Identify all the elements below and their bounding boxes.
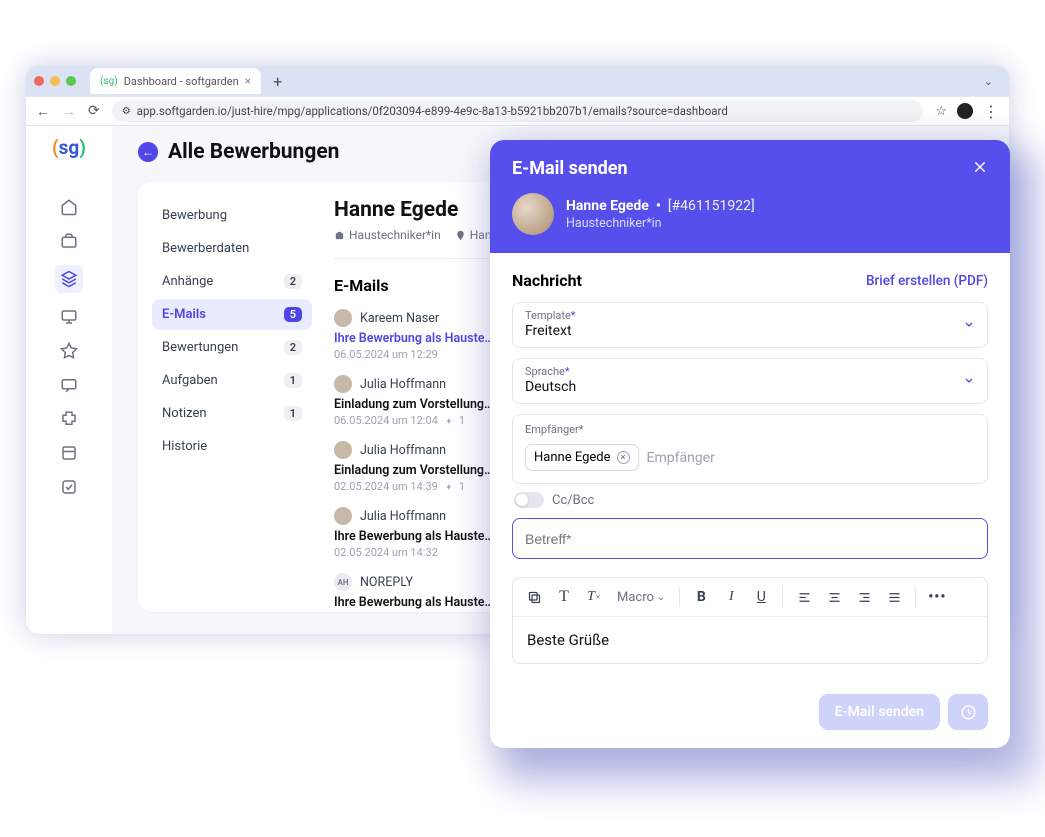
- subject-field[interactable]: [512, 518, 988, 559]
- ccbcc-toggle[interactable]: [514, 492, 544, 508]
- recipient-placeholder: Empfänger: [647, 450, 715, 466]
- sidebar-item[interactable]: Aufgaben1: [152, 365, 312, 396]
- align-left-icon[interactable]: [791, 584, 817, 610]
- tab-title: Dashboard - softgarden: [124, 75, 239, 88]
- email-modal: E-Mail senden Hanne Egede • [#461151922]…: [490, 140, 1010, 748]
- clear-format-icon[interactable]: T×: [581, 584, 607, 610]
- sidebar-item[interactable]: Bewerbung: [152, 200, 312, 231]
- bold-icon[interactable]: B: [688, 584, 714, 610]
- sidebar-item[interactable]: Historie: [152, 431, 312, 462]
- subject-input[interactable]: [525, 531, 975, 547]
- chat-icon[interactable]: [59, 375, 79, 395]
- modal-person-role: Haustechniker*in: [566, 216, 755, 231]
- puzzle-icon[interactable]: [59, 409, 79, 429]
- ccbcc-label: Cc/Bcc: [552, 493, 594, 508]
- template-value: Freitext: [525, 323, 975, 339]
- email-item[interactable]: Julia HoffmannIhre Bewerbung als Hauste……: [334, 507, 514, 559]
- briefcase-icon[interactable]: [59, 231, 79, 251]
- create-pdf-link[interactable]: Brief erstellen (PDF): [866, 273, 988, 289]
- url-field[interactable]: ⚙ app.softgarden.io/just-hire/mpg/applic…: [112, 100, 924, 122]
- site-settings-icon[interactable]: ⚙: [122, 106, 131, 117]
- nav-rail: (sg): [26, 126, 112, 634]
- new-tab-button[interactable]: +: [267, 72, 288, 91]
- avatar: [512, 193, 554, 235]
- modal-title: E-Mail senden: [512, 158, 628, 179]
- recipient-field[interactable]: Empfänger* Hanne Egede × Empfänger: [512, 414, 988, 484]
- back-icon[interactable]: ←: [36, 103, 50, 120]
- send-button[interactable]: E-Mail senden: [819, 694, 940, 730]
- close-icon[interactable]: [972, 159, 988, 179]
- macro-dropdown[interactable]: Macro ⌄: [611, 590, 671, 605]
- layers-icon[interactable]: [55, 265, 83, 293]
- close-tab-icon[interactable]: ×: [245, 74, 251, 88]
- email-item[interactable]: AHNOREPLYIhre Bewerbung als Hauste…: [334, 573, 514, 610]
- browser-menu-icon[interactable]: ⋮: [983, 102, 999, 121]
- email-item[interactable]: Kareem NaserIhre Bewerbung als Hauste…06…: [334, 309, 514, 361]
- editor-toolbar: T T× Macro ⌄ B I U •••: [513, 578, 987, 617]
- url-text: app.softgarden.io/just-hire/mpg/applicat…: [137, 104, 728, 118]
- close-window[interactable]: [34, 76, 44, 86]
- minimize-window[interactable]: [50, 76, 60, 86]
- detail-sidemenu: BewerbungBewerberdatenAnhänge2E-Mails5Be…: [152, 194, 312, 612]
- language-select[interactable]: Sprache* Deutsch: [512, 358, 988, 404]
- italic-icon[interactable]: I: [718, 584, 744, 610]
- align-center-icon[interactable]: [821, 584, 847, 610]
- modal-person-name: Hanne Egede • [#461151922]: [566, 198, 755, 214]
- recipient-chip-label: Hanne Egede: [534, 450, 611, 465]
- sidebar-item[interactable]: E-Mails5: [152, 299, 312, 330]
- maximize-window[interactable]: [66, 76, 76, 86]
- chevron-down-icon: [963, 316, 975, 335]
- template-select[interactable]: Template* Freitext: [512, 302, 988, 348]
- email-item[interactable]: Julia HoffmannEinladung zum Vorstellungs…: [334, 441, 514, 493]
- tabs-dropdown-icon[interactable]: ⌄: [976, 75, 1001, 88]
- underline-icon[interactable]: U: [748, 584, 774, 610]
- page-title-text: Alle Bewerbungen: [168, 140, 339, 164]
- sidebar-item[interactable]: Bewerberdaten: [152, 233, 312, 264]
- editor: T T× Macro ⌄ B I U ••• Beste Grüße: [512, 577, 988, 664]
- bookmark-icon[interactable]: ☆: [935, 104, 947, 119]
- sidebar-item[interactable]: Notizen1: [152, 398, 312, 429]
- reload-icon[interactable]: ⟳: [88, 103, 100, 119]
- tab-favicon: (sg): [100, 76, 118, 87]
- home-icon[interactable]: [59, 197, 79, 217]
- window-controls: [34, 76, 76, 86]
- copy-icon[interactable]: [521, 584, 547, 610]
- profile-avatar-icon[interactable]: [957, 103, 973, 119]
- logo[interactable]: (sg): [52, 136, 86, 159]
- star-icon[interactable]: [59, 341, 79, 361]
- align-justify-icon[interactable]: [881, 584, 907, 610]
- more-icon[interactable]: •••: [924, 584, 950, 610]
- address-bar: ← → ⟳ ⚙ app.softgarden.io/just-hire/mpg/…: [26, 96, 1009, 126]
- sidebar-item[interactable]: Anhänge2: [152, 266, 312, 297]
- email-item[interactable]: Julia HoffmannEinladung zum Vorstellungs…: [334, 375, 514, 427]
- sidebar-item[interactable]: Bewertungen2: [152, 332, 312, 363]
- emails-heading: E-Mails: [334, 276, 389, 295]
- back-button[interactable]: ←: [138, 142, 158, 162]
- editor-body[interactable]: Beste Grüße: [513, 617, 987, 663]
- monitor-icon[interactable]: [59, 307, 79, 327]
- archive-icon[interactable]: [59, 443, 79, 463]
- forward-icon[interactable]: →: [62, 103, 76, 120]
- schedule-button[interactable]: [948, 694, 988, 730]
- browser-tabbar: (sg) Dashboard - softgarden × + ⌄: [26, 66, 1009, 96]
- remove-chip-icon[interactable]: ×: [617, 451, 630, 464]
- language-value: Deutsch: [525, 379, 975, 395]
- candidate-role: Haustechniker*in: [349, 228, 441, 242]
- browser-tab[interactable]: (sg) Dashboard - softgarden ×: [90, 68, 261, 94]
- modal-section-heading: Nachricht: [512, 271, 582, 290]
- recipient-chip[interactable]: Hanne Egede ×: [525, 444, 639, 471]
- check-icon[interactable]: [59, 477, 79, 497]
- text-icon[interactable]: T: [551, 584, 577, 610]
- recipient-label: Empfänger*: [525, 423, 975, 436]
- align-right-icon[interactable]: [851, 584, 877, 610]
- chevron-down-icon: [963, 372, 975, 391]
